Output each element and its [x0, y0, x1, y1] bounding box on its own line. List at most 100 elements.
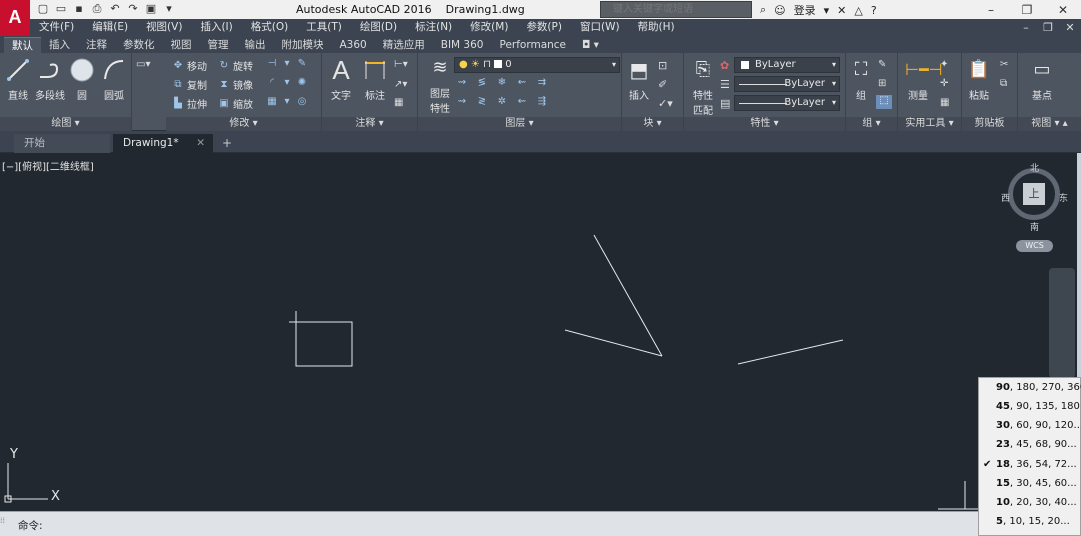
app-menu-button[interactable]: A	[0, 0, 30, 36]
match-properties-button[interactable]: ⎘ 特性 匹配	[686, 57, 720, 117]
layer-match-icon[interactable]: ⇉	[536, 77, 548, 89]
block-panel-title[interactable]: 块 ▾	[622, 117, 683, 131]
ribbon-minimize-icon[interactable]: ◘ ▾	[574, 37, 607, 53]
undo-icon[interactable]: ↶	[108, 2, 122, 16]
tab-annotate[interactable]: 注释	[78, 37, 115, 53]
layer-off-icon[interactable]: ⇝	[456, 77, 468, 89]
clipboard-panel-title[interactable]: 剪贴板	[962, 117, 1017, 131]
modify-panel-title[interactable]: 修改 ▾	[166, 117, 321, 131]
edit-block-icon[interactable]: ✐	[658, 78, 667, 91]
tab-view[interactable]: 视图	[163, 37, 200, 53]
tab-start[interactable]: 开始	[14, 134, 110, 153]
menu-draw[interactable]: 绘图(D)	[351, 19, 406, 36]
menu-dimension[interactable]: 标注(N)	[406, 19, 461, 36]
connect-icon[interactable]: △	[854, 4, 862, 17]
snap-angle-option[interactable]: 30, 60, 90, 120...	[979, 416, 1081, 435]
menu-format[interactable]: 格式(O)	[242, 19, 297, 36]
view-panel-title[interactable]: 视图 ▾ ▴	[1018, 117, 1081, 131]
fillet-button[interactable]: ◜ ▾ ✺	[266, 77, 308, 89]
circle-button[interactable]: 圆	[64, 57, 100, 102]
array-button[interactable]: ▦ ▾ ◎	[266, 96, 308, 108]
color-dropdown[interactable]: ByLayer ▾	[734, 57, 840, 73]
line-entity-1[interactable]	[593, 234, 663, 357]
lineweight-dropdown[interactable]: ByLayer ▾	[734, 95, 840, 111]
move-button[interactable]: ✥ 移动	[172, 58, 207, 74]
layer-isolate-icon[interactable]: ≶	[476, 77, 488, 89]
id-point-icon[interactable]: ✛	[940, 78, 948, 89]
compass-east[interactable]: 东	[1059, 191, 1068, 204]
quick-select-icon[interactable]: ✦	[940, 59, 948, 70]
copy-button[interactable]: ⧉ 复制	[172, 77, 207, 93]
group-select-icon[interactable]: ⬚	[876, 95, 892, 109]
text-button[interactable]: A 文字	[324, 57, 358, 102]
calculator-icon[interactable]: ▦	[940, 97, 949, 108]
tab-a360[interactable]: A360	[332, 37, 375, 53]
login-link[interactable]: 登录	[794, 2, 816, 18]
multileader-icon[interactable]: ↗▾	[394, 79, 407, 90]
layer-thaw-icon[interactable]: ✲	[496, 96, 508, 108]
trim-button[interactable]: ⊣ ▾ ✎	[266, 58, 308, 70]
tab-bim360[interactable]: BIM 360	[433, 37, 492, 53]
draw-panel-title[interactable]: 绘图 ▾	[0, 117, 131, 131]
rect-dropdown-icon[interactable]: ▭▾	[136, 59, 150, 70]
menu-parametric[interactable]: 参数(P)	[517, 19, 571, 36]
layer-on-icon[interactable]: ⇝	[456, 96, 468, 108]
mirror-button[interactable]: ⧗ 镜像	[218, 77, 253, 93]
table-icon[interactable]: ▦	[394, 97, 403, 108]
menu-tools[interactable]: 工具(T)	[297, 19, 351, 36]
line-entity-3[interactable]	[737, 339, 844, 365]
tab-performance[interactable]: Performance	[491, 37, 574, 53]
layer-freeze-icon[interactable]: ❄	[496, 77, 508, 89]
layer-walk-icon[interactable]: ⇶	[536, 96, 548, 108]
menu-file[interactable]: 文件(F)	[30, 19, 83, 36]
drawing-canvas[interactable]: [−][俯视][二维线框] Y X	[0, 153, 1077, 511]
navigation-bar[interactable]	[1049, 268, 1075, 378]
binoculars-icon[interactable]: ⌕	[760, 3, 766, 17]
rectangle-entity[interactable]	[295, 321, 353, 367]
print-icon[interactable]: ⎙	[90, 2, 104, 16]
close-icon[interactable]: ✕	[1045, 0, 1081, 20]
groups-panel-title[interactable]: 组 ▾	[846, 117, 897, 131]
search-input[interactable]	[601, 2, 751, 17]
compass-west[interactable]: 西	[1001, 191, 1010, 204]
tab-output[interactable]: 输出	[237, 37, 274, 53]
attribute-icon[interactable]: ✓▾	[658, 97, 673, 110]
snap-angle-option[interactable]: 15, 30, 45, 60...	[979, 474, 1081, 493]
properties-panel-title[interactable]: 特性 ▾	[684, 117, 845, 131]
menu-insert[interactable]: 插入(I)	[191, 19, 241, 36]
chevron-down-icon[interactable]: ▾	[824, 4, 830, 17]
stretch-button[interactable]: ▙ 拉伸	[172, 96, 207, 112]
restore-icon[interactable]: ❐	[1009, 0, 1045, 20]
doc-close-icon[interactable]: ✕	[1059, 19, 1081, 36]
linetype-dropdown[interactable]: ByLayer ▾	[734, 76, 840, 92]
tab-featured-apps[interactable]: 精选应用	[375, 37, 433, 53]
measure-button[interactable]: ⊢━⊣ 测量	[900, 57, 943, 102]
exchange-icon[interactable]: ✕	[837, 4, 846, 17]
command-input[interactable]	[52, 516, 952, 533]
copy-icon[interactable]: ⧉	[1000, 78, 1007, 89]
compass-south[interactable]: 南	[1030, 220, 1039, 233]
scale-button[interactable]: ▣ 缩放	[218, 96, 253, 112]
redo-icon[interactable]: ↷	[126, 2, 140, 16]
more-icon[interactable]: ▾	[162, 2, 176, 16]
group-edit-icon[interactable]: ✎	[878, 59, 886, 70]
user-icon[interactable]: ☺	[774, 4, 785, 17]
menu-modify[interactable]: 修改(M)	[461, 19, 517, 36]
layer-lock-icon[interactable]: ⇜	[516, 77, 528, 89]
snap-angle-option[interactable]: 45, 90, 135, 180...	[979, 397, 1081, 416]
dimension-button[interactable]: 标注	[358, 57, 392, 102]
layer-unisolate-icon[interactable]: ≷	[476, 96, 488, 108]
cut-icon[interactable]: ✂	[1000, 59, 1008, 70]
tab-default[interactable]: 默认	[4, 37, 41, 53]
snap-angle-option-selected[interactable]: ✔ 18, 36, 54, 72...	[979, 455, 1081, 474]
layer-unlock-icon[interactable]: ⇜	[516, 96, 528, 108]
grip-icon[interactable]: ⁞⁞	[0, 516, 14, 533]
tab-manage[interactable]: 管理	[200, 37, 237, 53]
new-icon[interactable]: ▢	[36, 2, 50, 16]
line-button[interactable]: 直线	[0, 57, 36, 102]
ungroup-icon[interactable]: ⊞	[878, 78, 886, 89]
annotation-panel-title[interactable]: 注释 ▾	[322, 117, 417, 131]
layer-dropdown[interactable]: ● ☀ ⊓ 0 ▾	[454, 57, 620, 73]
tab-insert[interactable]: 插入	[41, 37, 78, 53]
save-icon[interactable]: ▪	[72, 2, 86, 16]
